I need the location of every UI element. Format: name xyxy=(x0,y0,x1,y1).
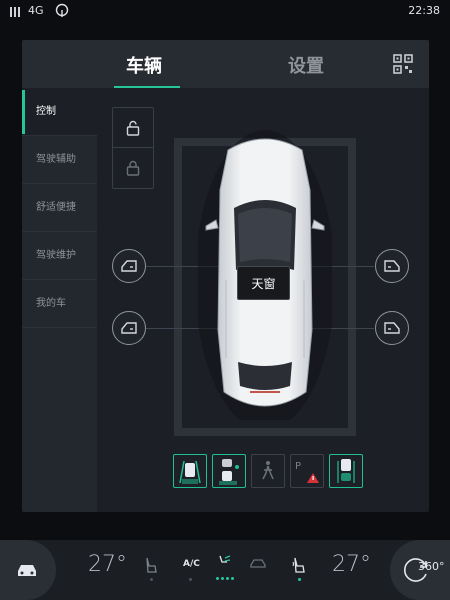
door-icon xyxy=(384,260,400,272)
right-seat-heat-button[interactable] xyxy=(292,556,306,574)
airflow-icon xyxy=(219,555,231,563)
left-seat-heat-button[interactable] xyxy=(144,556,158,574)
side-item-control[interactable]: 控制 xyxy=(22,88,97,136)
tab-vehicle[interactable]: 车辆 xyxy=(126,52,162,78)
left-temperature[interactable]: 27° xyxy=(88,552,127,577)
airflow-mode-button[interactable] xyxy=(216,554,232,572)
following-assist-icon xyxy=(219,459,239,485)
hotspot-icon xyxy=(55,3,69,17)
parking-assist-button[interactable]: P xyxy=(290,454,324,488)
door-icon xyxy=(384,322,400,334)
recirculation-button[interactable] xyxy=(248,556,268,570)
door-icon xyxy=(121,322,137,334)
lock-button[interactable] xyxy=(113,148,153,188)
view-360-label: 360° xyxy=(418,560,445,573)
qr-code-icon[interactable] xyxy=(393,54,413,74)
status-bar: 4G 22:38 xyxy=(0,0,450,24)
side-item-driving-assist[interactable]: 驾驶辅助 xyxy=(22,136,97,184)
ac-button[interactable]: A/C xyxy=(183,559,200,569)
vehicle-panel: 车辆 设置 控制 驾驶辅助 舒适便捷 驾驶维护 我的车 天窗 P xyxy=(22,40,429,512)
seat-heat-icon xyxy=(146,557,157,573)
lock-controls xyxy=(112,107,154,189)
recirculation-icon xyxy=(250,559,266,568)
left-seat-heat-indicator xyxy=(150,578,153,581)
lane-assist-icon xyxy=(179,460,201,484)
active-tab-indicator xyxy=(114,86,180,88)
side-item-maintenance[interactable]: 驾驶维护 xyxy=(22,232,97,280)
right-seat-heat-indicator xyxy=(298,578,301,581)
sunroof-button[interactable]: 天窗 xyxy=(237,266,290,300)
tab-settings[interactable]: 设置 xyxy=(288,52,324,78)
seat-heat-icon xyxy=(292,557,305,573)
svg-text:P: P xyxy=(295,461,301,472)
clock: 22:38 xyxy=(408,4,440,17)
network-type: 4G xyxy=(28,4,44,17)
car-icon xyxy=(18,565,36,576)
door-icon xyxy=(121,260,137,272)
following-assist-button[interactable] xyxy=(212,454,246,488)
airflow-indicator xyxy=(216,577,234,580)
parking-warning-icon: P xyxy=(295,461,319,483)
signal-strength-icon xyxy=(10,7,20,17)
blind-spot-button[interactable] xyxy=(329,454,363,488)
lock-icon xyxy=(126,160,140,176)
pedestrian-icon xyxy=(262,461,274,480)
front-left-door-button[interactable] xyxy=(112,249,146,283)
front-right-door-button[interactable] xyxy=(375,249,409,283)
ac-indicator xyxy=(189,578,192,581)
blind-spot-icon xyxy=(337,459,355,483)
rear-left-door-button[interactable] xyxy=(112,311,146,345)
side-menu: 控制 驾驶辅助 舒适便捷 驾驶维护 我的车 xyxy=(22,88,97,512)
side-item-my-car[interactable]: 我的车 xyxy=(22,280,97,328)
pedestrian-warning-button[interactable] xyxy=(251,454,285,488)
assist-status-row: P xyxy=(173,454,363,488)
right-temperature[interactable]: 27° xyxy=(332,552,371,577)
unlock-icon xyxy=(126,120,140,136)
rear-right-door-button[interactable] xyxy=(375,311,409,345)
tab-bar: 车辆 设置 xyxy=(22,40,429,88)
side-item-comfort[interactable]: 舒适便捷 xyxy=(22,184,97,232)
lane-assist-button[interactable] xyxy=(173,454,207,488)
unlock-button[interactable] xyxy=(113,108,153,148)
